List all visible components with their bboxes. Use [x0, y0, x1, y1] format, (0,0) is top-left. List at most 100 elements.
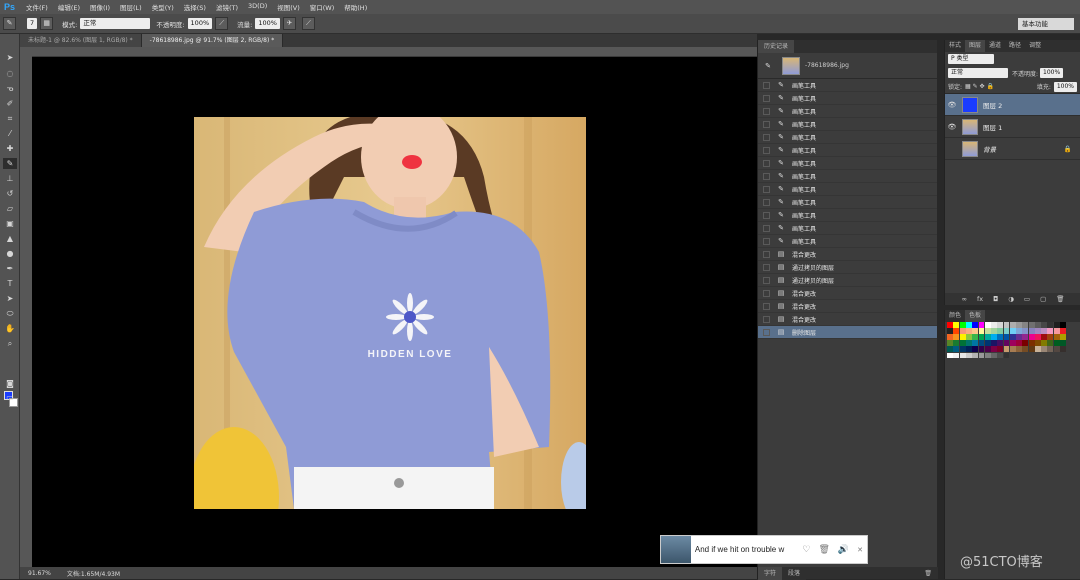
color-swatch[interactable] [1053, 328, 1060, 334]
color-swatch[interactable] [947, 352, 954, 359]
color-swatch[interactable] [997, 328, 1004, 334]
blur-tool-icon[interactable]: ▲ [3, 233, 17, 244]
tab-paragraph[interactable]: 段落 [782, 566, 807, 580]
color-swatch[interactable] [953, 328, 960, 334]
heart-icon[interactable]: ♡ [802, 544, 810, 555]
history-source-checkbox[interactable] [763, 94, 770, 102]
history-item[interactable]: ✎ 画笔工具 [758, 235, 937, 248]
menu-item[interactable]: 编辑(E) [53, 2, 85, 12]
color-swatch[interactable] [1016, 328, 1022, 334]
color-swatch[interactable] [978, 352, 985, 359]
color-swatch[interactable] [991, 346, 997, 353]
history-source-checkbox[interactable] [763, 107, 770, 115]
color-swatch[interactable] [1047, 346, 1054, 353]
color-swatch[interactable] [1016, 334, 1022, 340]
pressure-opacity-icon[interactable]: ⟋ [215, 17, 229, 30]
history-source-checkbox[interactable] [763, 185, 770, 193]
music-title[interactable]: And if we hit on trouble w [695, 545, 799, 554]
color-swatch[interactable] [1034, 340, 1041, 347]
blend-mode-select[interactable]: 正常 [948, 68, 1008, 78]
color-swatch[interactable] [965, 352, 972, 359]
tab-paths[interactable]: 路径 [1005, 40, 1026, 52]
color-swatch[interactable] [978, 346, 985, 353]
color-swatch[interactable] [959, 334, 966, 340]
menu-item[interactable]: 选择(S) [179, 2, 211, 12]
history-source-checkbox[interactable] [763, 315, 770, 323]
history-item[interactable]: ▤ 混合更改 [758, 313, 937, 326]
link-layers-icon[interactable]: ∞ [962, 295, 967, 303]
color-swatch[interactable] [972, 322, 979, 328]
color-swatch[interactable] [959, 328, 966, 334]
stamp-tool-icon[interactable]: ⊥ [3, 173, 17, 184]
history-trash-icon[interactable]: 🗑 [924, 570, 932, 577]
color-swatch[interactable] [1059, 328, 1066, 334]
color-swatch[interactable] [997, 340, 1004, 347]
flow-field[interactable]: 100% [255, 18, 280, 29]
color-swatch[interactable] [1028, 340, 1035, 347]
delete-layer-icon[interactable]: 🗑 [1056, 295, 1064, 303]
adjustment-layer-icon[interactable]: ◑ [1008, 295, 1014, 303]
menu-item[interactable]: 文件(F) [21, 2, 53, 12]
color-swatch[interactable] [965, 328, 972, 334]
close-icon[interactable]: ✕ [857, 546, 863, 554]
history-source-checkbox[interactable] [763, 172, 770, 180]
tab-color[interactable]: 颜色 [945, 310, 966, 322]
pressure-size-icon[interactable]: ⟋ [301, 17, 315, 30]
history-item[interactable]: ✎ 画笔工具 [758, 196, 937, 209]
color-swatch[interactable] [1041, 340, 1048, 347]
color-swatch[interactable] [1016, 346, 1022, 353]
color-swatch[interactable] [978, 334, 985, 340]
gradient-tool-icon[interactable]: ▣ [3, 218, 17, 229]
history-source-checkbox[interactable] [763, 133, 770, 141]
add-mask-icon[interactable]: ◘ [993, 295, 998, 303]
fx-icon[interactable]: fx [977, 295, 983, 303]
color-swatch[interactable] [1009, 346, 1016, 353]
healing-tool-icon[interactable]: ✚ [3, 143, 17, 154]
history-item[interactable]: ▤ 混合更改 [758, 287, 937, 300]
color-swatch[interactable] [947, 322, 954, 328]
layer-row[interactable]: 👁 图层 1 [945, 116, 1080, 138]
screen-mode-icon[interactable]: ▭ [3, 392, 17, 403]
hand-tool-icon[interactable]: ✋ [3, 323, 17, 334]
color-swatch[interactable] [997, 346, 1004, 353]
history-item[interactable]: ✎ 画笔工具 [758, 209, 937, 222]
color-swatch[interactable] [984, 328, 991, 334]
color-swatch[interactable] [1047, 340, 1054, 347]
history-brush-icon[interactable]: ↺ [3, 188, 17, 199]
color-swatch[interactable] [997, 352, 1004, 359]
color-swatch[interactable] [1041, 322, 1048, 328]
lock-pixels-icon[interactable]: ▦ ✎ ✥ 🔒 [965, 83, 994, 90]
trash-icon[interactable]: 🗑 [818, 544, 829, 555]
color-swatch[interactable] [978, 322, 985, 328]
layer-opacity-field[interactable]: 100% [1040, 68, 1064, 78]
layer-name[interactable]: 图层 1 [983, 122, 1002, 132]
color-swatch[interactable] [1047, 322, 1054, 328]
color-swatch[interactable] [947, 328, 954, 334]
color-swatch[interactable] [1003, 352, 1010, 359]
tab-swatches[interactable]: 色板 [965, 310, 986, 322]
history-item[interactable]: ✎ 画笔工具 [758, 222, 937, 235]
menu-item[interactable]: 图层(L) [115, 2, 147, 12]
color-swatch[interactable] [972, 328, 979, 334]
brush-tool-icon[interactable]: ✎ [3, 158, 17, 169]
color-swatch[interactable] [1041, 328, 1048, 334]
color-swatch[interactable] [1059, 322, 1066, 328]
history-item[interactable]: ✎ 画笔工具 [758, 183, 937, 196]
history-source-checkbox[interactable] [763, 237, 770, 245]
color-swatch[interactable] [1009, 334, 1016, 340]
color-swatch[interactable] [953, 346, 960, 353]
color-swatch[interactable] [1034, 322, 1041, 328]
color-swatch[interactable] [984, 322, 991, 328]
color-swatch[interactable] [1022, 322, 1029, 328]
lasso-tool-icon[interactable]: ᓀ [3, 83, 17, 94]
history-item[interactable]: ✎ 画笔工具 [758, 118, 937, 131]
color-swatch[interactable] [1022, 340, 1029, 347]
tab-history[interactable]: 历史记录 [758, 40, 795, 53]
color-swatch[interactable] [947, 340, 954, 347]
color-swatch[interactable] [991, 322, 997, 328]
color-swatch[interactable] [997, 322, 1004, 328]
layer-row[interactable]: 👁 图层 2 [945, 94, 1080, 116]
color-swatch[interactable] [947, 346, 954, 353]
history-item[interactable]: ✎ 画笔工具 [758, 144, 937, 157]
workspace-select[interactable]: 基本功能 [1018, 18, 1074, 30]
